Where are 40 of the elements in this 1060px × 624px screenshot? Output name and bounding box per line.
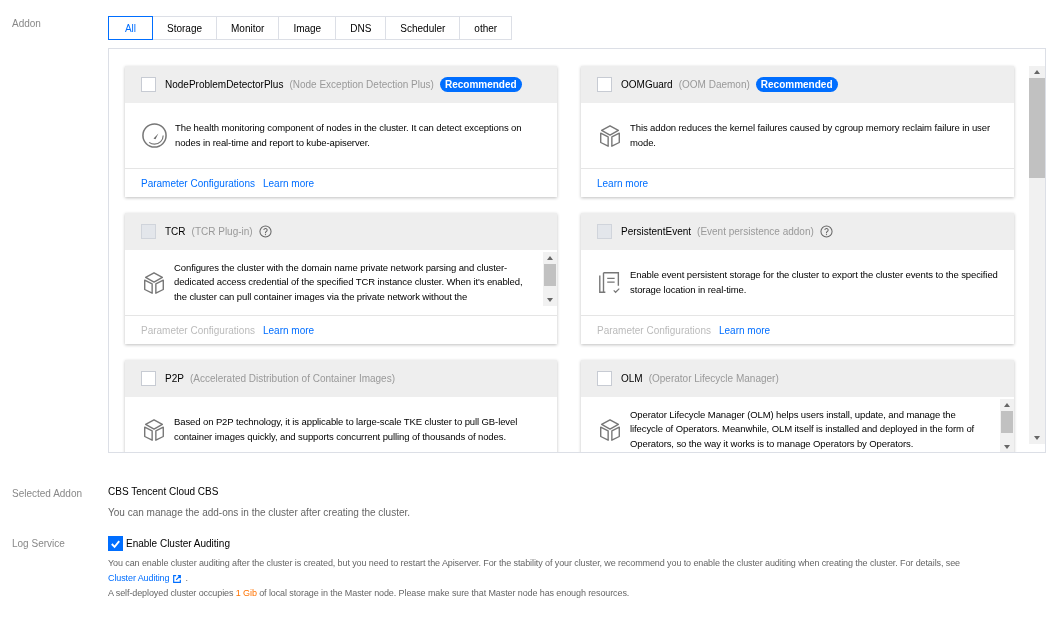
- filter-tab[interactable]: Storage: [152, 16, 218, 40]
- addon-name: OOMGuard: [621, 79, 673, 90]
- addon-name: NodeProblemDetectorPlus: [165, 79, 284, 90]
- addon-name: OLM: [621, 373, 643, 384]
- addon-description: Operator Lifecycle Manager (OLM) helps users install, update, and manage the lifecycle of Operators. Meanwhile, OLM itself is installed and deployed in the form of Operators, so the way it works is to manage Operators by Operators.: [630, 407, 976, 451]
- card-link[interactable]: Learn more: [597, 177, 649, 189]
- filter-tab[interactable]: All: [108, 16, 153, 40]
- selected-addon-value: CBS Tencent Cloud CBS: [108, 486, 220, 497]
- card-link[interactable]: Parameter Configurations: [141, 177, 255, 189]
- addon-description: Configures the cluster with the domain name private network parsing and cluster-dedicated access credential of the specified TCR instance cluster. When it's enabled, the cluster can pull container images via the private network without the: [174, 260, 524, 304]
- filter-tab[interactable]: Monitor: [216, 16, 280, 40]
- cluster-auditing-link[interactable]: Cluster Auditing: [108, 571, 170, 586]
- addon-subtitle: (Node Exception Detection Plus): [289, 79, 434, 90]
- addon-subtitle: (OOM Daemon): [678, 79, 750, 90]
- checkbox-label: Enable Cluster Auditing: [126, 538, 230, 549]
- filter-tab[interactable]: Image: [278, 16, 337, 40]
- help-text: You can manage the add-ons in the cluster after creating the cluster.: [108, 506, 412, 520]
- addon-subtitle: (Operator Lifecycle Manager): [648, 373, 779, 384]
- recommended-badge: Recommended: [439, 77, 522, 92]
- addon-description: This addon reduces the kernel failures caused by cgroup memory reclaim failure in user mode.: [630, 121, 991, 150]
- recommended-badge: Recommended: [755, 77, 838, 92]
- addon-subtitle: (Accelerated Distribution of Container Images): [189, 373, 395, 384]
- addon-subtitle: (Event persistence addon): [697, 226, 814, 237]
- addon-name: P2P: [165, 373, 184, 384]
- addon-description: The health monitoring component of nodes in the cluster. It can detect exceptions on nodes in real-time and report to kube-apiserver.: [175, 121, 523, 150]
- filter-tab[interactable]: Scheduler: [385, 16, 461, 40]
- field-label: Log Service: [12, 537, 66, 551]
- filter-tab[interactable]: DNS: [335, 16, 387, 40]
- help-text: You can enable cluster auditing after the cluster is created, but you need to restart the Apiserver. For the stability of your cluster, we recommend you to enable the cluster auditing when creating the cluster. For details, see: [108, 558, 960, 568]
- card-link[interactable]: Learn more: [262, 177, 315, 189]
- filter-tab[interactable]: other: [459, 16, 513, 40]
- addon-subtitle: (TCR Plug-in): [191, 226, 253, 237]
- addon-name: TCR: [165, 226, 186, 237]
- addon-description: Based on P2P technology, it is applicable to large-scale TKE cluster to pull GB-level container images quickly, and supports concurrent pulling of thousands of nodes.: [174, 415, 519, 444]
- help-text: A self-deployed cluster occupies 1 Gib of local storage in the Master node. Please make sure that Master node has enough resources.: [108, 587, 631, 600]
- addon-description: Enable event persistent storage for the cluster to export the cluster events to the specified storage location in real-time.: [630, 268, 999, 297]
- field-label: Selected Addon: [12, 487, 84, 501]
- addon-name: PersistentEvent: [621, 226, 692, 237]
- period-text: .: [185, 572, 188, 585]
- field-label: Addon: [12, 17, 42, 31]
